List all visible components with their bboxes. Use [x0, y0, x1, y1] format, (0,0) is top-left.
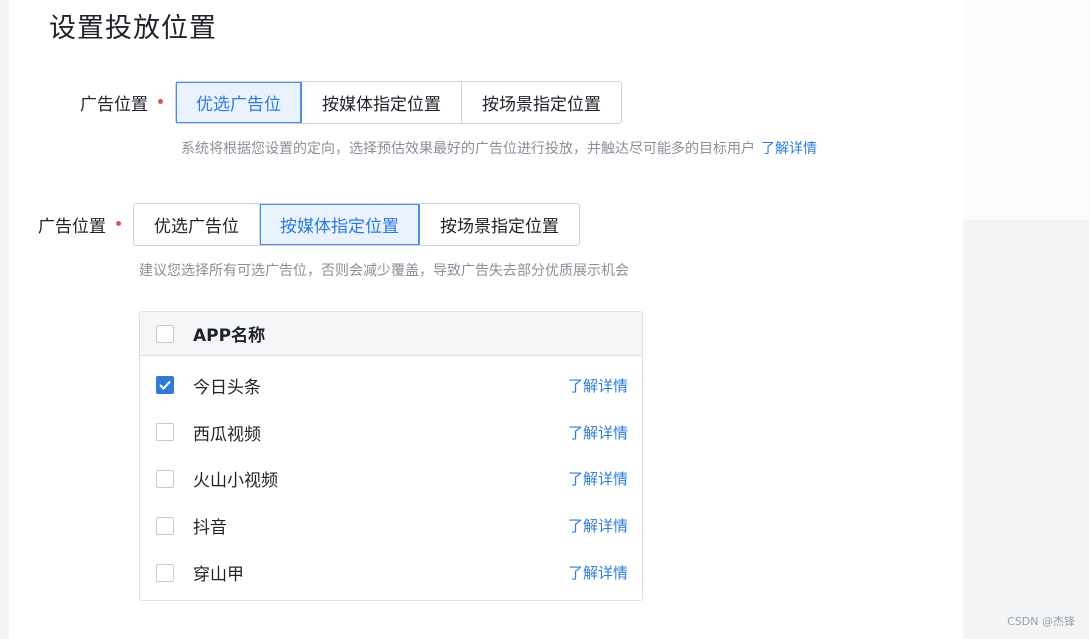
app-name: 今日头条 [193, 377, 261, 398]
row-checkbox[interactable] [156, 563, 174, 582]
placement-label: 广告位置 [38, 217, 106, 237]
option-by-scene-button[interactable]: 按场景指定位置 [420, 204, 579, 245]
app-name: 穿山甲 [193, 565, 244, 586]
required-dot [116, 221, 121, 226]
option-by-scene-button[interactable]: 按场景指定位置 [462, 82, 621, 123]
table-row: 今日头条 了解详情 [140, 362, 642, 409]
app-table: APP名称 今日头条 了解详情 西瓜视频 了解详情 火山小视频 了解详情 抖音 … [139, 311, 643, 601]
row-checkbox[interactable] [156, 423, 174, 442]
table-row: 西瓜视频 了解详情 [140, 409, 642, 456]
app-name: 抖音 [193, 518, 227, 539]
table-row: 抖音 了解详情 [140, 502, 642, 549]
app-name-column-header: APP名称 [193, 326, 266, 346]
right-strip [963, 0, 1089, 220]
option-preferred-button[interactable]: 优选广告位 [176, 82, 302, 123]
learn-more-link[interactable]: 了解详情 [568, 375, 628, 396]
learn-more-link[interactable]: 了解详情 [568, 422, 628, 443]
learn-more-link[interactable]: 了解详情 [761, 141, 817, 157]
app-name: 西瓜视频 [193, 424, 261, 445]
watermark: CSDN @杰锋 [1007, 615, 1075, 628]
placement-segmented-control: 优选广告位 按媒体指定位置 按场景指定位置 [175, 81, 622, 124]
option-by-media-button[interactable]: 按媒体指定位置 [302, 82, 462, 123]
option-by-media-button[interactable]: 按媒体指定位置 [260, 204, 420, 245]
learn-more-link[interactable]: 了解详情 [568, 468, 628, 489]
table-body: 今日头条 了解详情 西瓜视频 了解详情 火山小视频 了解详情 抖音 了解详情 穿… [140, 356, 642, 596]
placement-hint-1: 系统将根据您设置的定向，选择预估效果最好的广告位进行投放，并触达尽可能多的目标用… [181, 138, 817, 158]
required-dot [158, 99, 163, 104]
learn-more-link[interactable]: 了解详情 [568, 562, 628, 583]
row-checkbox[interactable] [156, 516, 174, 535]
learn-more-link[interactable]: 了解详情 [568, 515, 628, 536]
app-name: 火山小视频 [193, 471, 278, 492]
page-title: 设置投放位置 [49, 13, 217, 44]
row-checkbox[interactable] [156, 469, 174, 488]
select-all-checkbox[interactable] [156, 324, 174, 343]
table-row: 穿山甲 了解详情 [140, 549, 642, 596]
placement-hint-2: 建议您选择所有可选广告位，否则会减少覆盖，导致广告失去部分优质展示机会 [139, 263, 629, 279]
placement-row-2: 广告位置 优选广告位 按媒体指定位置 按场景指定位置 [38, 203, 580, 246]
table-row: 火山小视频 了解详情 [140, 456, 642, 503]
option-preferred-button[interactable]: 优选广告位 [134, 204, 260, 245]
placement-label: 广告位置 [80, 95, 148, 115]
table-header: APP名称 [140, 312, 642, 356]
placement-row-1: 广告位置 优选广告位 按媒体指定位置 按场景指定位置 [80, 81, 622, 124]
placement-segmented-control: 优选广告位 按媒体指定位置 按场景指定位置 [133, 203, 580, 246]
row-checkbox[interactable] [156, 376, 174, 395]
hint-text: 系统将根据您设置的定向，选择预估效果最好的广告位进行投放，并触达尽可能多的目标用… [181, 141, 755, 157]
